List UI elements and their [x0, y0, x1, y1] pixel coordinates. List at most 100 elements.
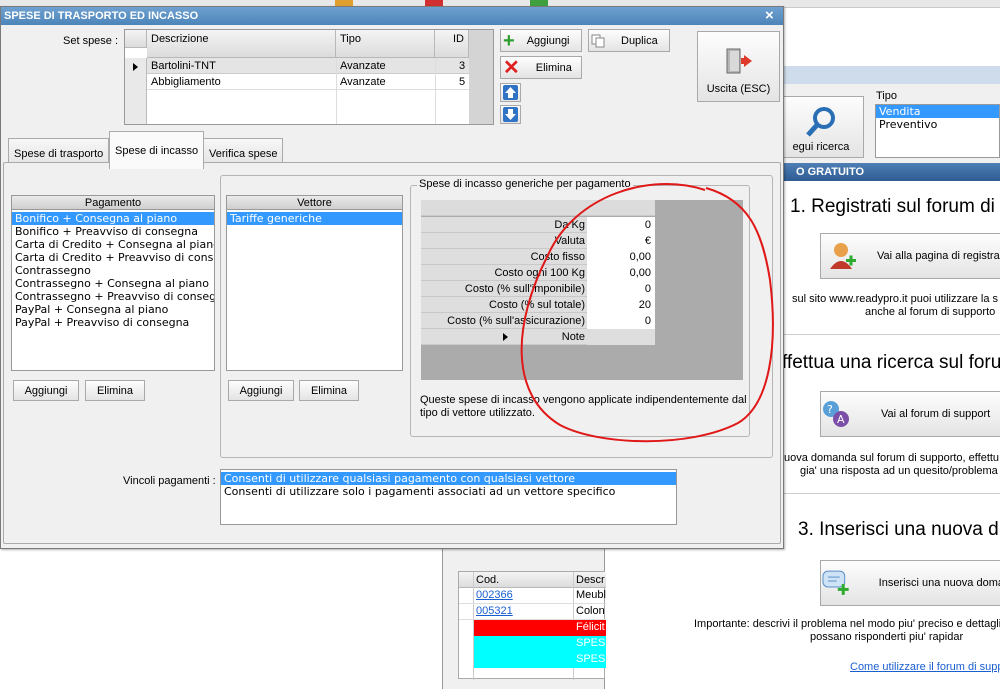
generiche-description: Queste spese di incasso vengono applicat…	[420, 394, 747, 419]
list-item[interactable]: Contrassegno + Consegna al piano	[12, 277, 214, 290]
exit-door-icon	[726, 48, 752, 73]
property-row[interactable]: Costo fisso 0,00	[421, 249, 655, 265]
table-row[interactable]: Abbigliamento Avanzate 5	[147, 74, 469, 90]
bg-text3a: Importante: descrivi il problema nel mod…	[694, 618, 1000, 630]
table-row[interactable]: SPESE	[474, 652, 613, 668]
property-label: Costo fisso	[530, 251, 585, 263]
table-row[interactable]: SPESE	[474, 636, 613, 652]
property-row[interactable]: Da Kg 0	[421, 217, 655, 233]
list-item[interactable]: PayPal + Preavviso di consegna	[12, 316, 214, 329]
list-item[interactable]: Consenti di utilizzare qualsiasi pagamen…	[221, 472, 676, 485]
property-value[interactable]: 0,00	[587, 265, 655, 281]
list-item[interactable]: Contrassegno	[12, 264, 214, 277]
grid-scroll-area[interactable]	[469, 30, 493, 124]
dialog-title-bar[interactable]: SPESE DI TRASPORTO ED INCASSO	[1, 7, 783, 25]
bg-text2a: uova domanda sul forum di supporto, effe…	[784, 452, 1000, 464]
bg-register-button[interactable]: Vai alla pagina di registra	[820, 233, 1000, 279]
add-vettore-button[interactable]: Aggiungi	[228, 380, 294, 401]
table-row[interactable]: Félicit	[474, 620, 606, 636]
bg-new-question-button[interactable]: Inserisci una nuova doma	[820, 560, 1000, 606]
delete-pagamento-button[interactable]: Elimina	[85, 380, 145, 401]
property-row[interactable]: Valuta €	[421, 233, 655, 249]
magnifier-icon	[806, 107, 835, 137]
add-set-button[interactable]: + Aggiungi	[500, 29, 582, 52]
vettore-list[interactable]: Vettore Tariffe generiche	[226, 195, 403, 371]
table-row[interactable]: Bartolini-TNT Avanzate 3	[147, 58, 469, 74]
bg-col-cod: Cod.	[476, 574, 500, 586]
dialog-title: SPESE DI TRASPORTO ED INCASSO	[4, 10, 199, 22]
grid-header-descrizione[interactable]: Descrizione	[147, 30, 336, 58]
vincoli-list[interactable]: Consenti di utilizzare qualsiasi pagamen…	[220, 469, 677, 525]
bg-forum-link[interactable]: Come utilizzare il forum di suppo	[850, 661, 1000, 673]
property-value[interactable]	[587, 329, 655, 345]
bg-forum-label: Vai al forum di support	[881, 408, 991, 420]
bg-table: Cod. Descr 002366 Meubl 005321 Colon Fél…	[458, 571, 613, 680]
move-up-button[interactable]	[500, 83, 521, 102]
plus-icon: +	[503, 29, 515, 52]
svg-text:?: ?	[827, 403, 833, 416]
copy-icon	[591, 34, 605, 47]
add-pagamento-button[interactable]: Aggiungi	[13, 380, 79, 401]
vettore-header: Vettore	[227, 196, 402, 210]
duplicate-set-button[interactable]: Duplica	[588, 29, 670, 52]
list-item[interactable]: Carta di Credito + Consegna al piano	[12, 238, 214, 251]
property-row[interactable]: Costo ogni 100 Kg 0,00	[421, 265, 655, 281]
property-value[interactable]: 0,00	[587, 249, 655, 265]
delete-x-icon: ✕	[503, 56, 520, 79]
list-item[interactable]: PayPal + Consegna al piano	[12, 303, 214, 316]
bg-search-label: egui ricerca	[792, 141, 850, 153]
list-item[interactable]: Contrassegno + Preavviso di consegna	[12, 290, 214, 303]
grid-col-sep	[435, 58, 436, 124]
property-value[interactable]: 0	[587, 313, 655, 329]
generiche-title: Spese di incasso generiche per pagamento	[417, 178, 633, 190]
property-value[interactable]: 0	[587, 281, 655, 297]
table-row[interactable]: 002366 Meubl	[459, 588, 606, 604]
generiche-property-grid[interactable]: Da Kg 0 Valuta € Costo fisso 0,00 Costo ogni 1…	[421, 200, 743, 380]
vettore-items: Tariffe generiche	[227, 210, 402, 225]
property-value[interactable]: 0	[587, 217, 655, 233]
row-indicator-icon	[133, 63, 138, 71]
arrow-up-icon	[503, 85, 518, 100]
property-value[interactable]: €	[587, 233, 655, 249]
close-icon[interactable]: ×	[765, 8, 774, 24]
user-add-icon	[830, 243, 856, 269]
property-label: Costo ogni 100 Kg	[494, 267, 585, 279]
property-label: Costo (% sull'assicurazione)	[447, 315, 585, 327]
property-label: Costo (% sull'imponibile)	[464, 283, 585, 295]
bg-titlebar-strip	[784, 66, 1000, 84]
list-item[interactable]: Bonifico + Consegna al piano	[12, 212, 214, 225]
table-row[interactable]: 005321 Colon	[459, 604, 606, 620]
property-label: Note	[561, 331, 585, 343]
move-down-button[interactable]	[500, 105, 521, 124]
bg-tipo-item[interactable]: Vendita	[876, 105, 999, 118]
bg-tipo-label: Tipo	[876, 90, 897, 102]
bg-tipo-list[interactable]: Vendita Preventivo	[875, 104, 1000, 158]
grid-header-tipo[interactable]: Tipo	[336, 30, 435, 58]
delete-set-button[interactable]: ✕ Elimina	[500, 56, 582, 79]
bg-support-header: O GRATUITO	[784, 163, 1000, 181]
list-item[interactable]: Consenti di utilizzare solo i pagamenti …	[221, 485, 676, 498]
question-chat-icon: ?A	[823, 401, 849, 427]
property-row[interactable]: Costo (% sull'imponibile) 0	[421, 281, 655, 297]
property-row[interactable]: Costo (% sul totale) 20	[421, 297, 655, 313]
delete-vettore-button[interactable]: Elimina	[299, 380, 359, 401]
bg-forum-button[interactable]: ? A Vai al forum di support	[820, 391, 1000, 437]
grid-header-id[interactable]: ID	[435, 30, 469, 58]
property-row[interactable]: Costo (% sull'assicurazione) 0	[421, 313, 655, 329]
bg-step1-title: 1. Registrati sul forum di	[790, 196, 995, 217]
property-row[interactable]: Note	[421, 329, 655, 345]
tab-spese-incasso[interactable]: Spese di incasso	[109, 131, 205, 169]
set-spese-grid[interactable]: Descrizione Tipo ID Bartolini-TNT Avanza…	[124, 29, 494, 125]
property-value[interactable]: 20	[587, 297, 655, 313]
list-item[interactable]: Tariffe generiche	[227, 212, 402, 225]
exit-button[interactable]: Uscita (ESC)	[697, 31, 780, 102]
list-item[interactable]: Bonifico + Preavviso di consegna	[12, 225, 214, 238]
svg-text:A: A	[837, 413, 845, 426]
pagamento-list[interactable]: Pagamento Bonifico + Consegna al piano B…	[11, 195, 215, 371]
bg-tipo-item[interactable]: Preventivo	[876, 118, 999, 131]
bg-search-button[interactable]: egui ricerca	[778, 96, 864, 158]
list-item[interactable]: Carta di Credito + Preavviso di consegna	[12, 251, 214, 264]
dialog-window: SPESE DI TRASPORTO ED INCASSO × Set spes…	[0, 6, 784, 549]
property-label: Costo (% sul totale)	[489, 299, 585, 311]
bg-text2b: gia' una risposta ad un quesito/problema…	[800, 465, 1000, 477]
